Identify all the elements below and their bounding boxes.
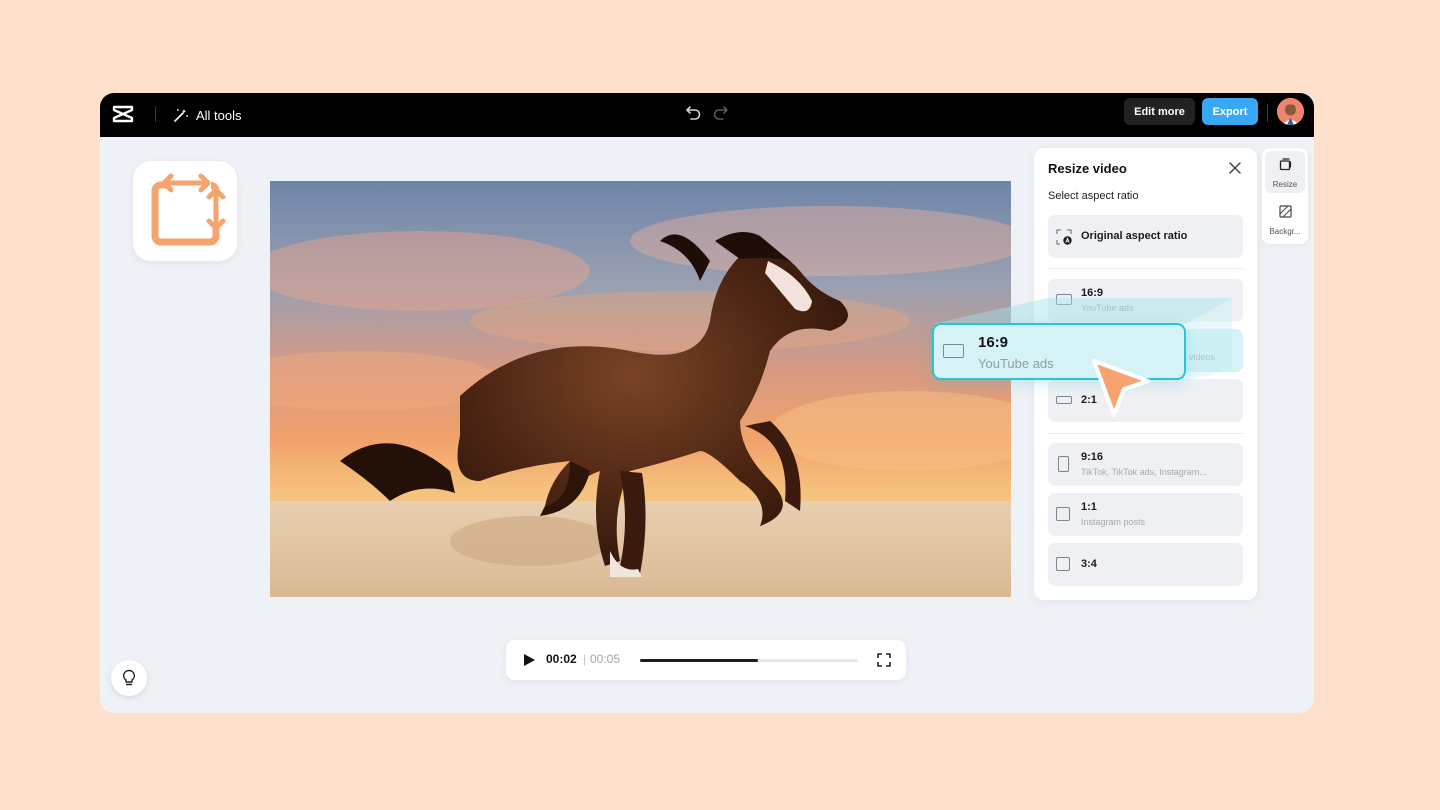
edit-more-button[interactable]: Edit more — [1124, 98, 1195, 125]
resize-tool-logo — [133, 161, 237, 261]
toolbar-divider — [155, 106, 156, 122]
original-aspect-ratio-label: Original aspect ratio — [1081, 230, 1188, 242]
capcut-logo-icon[interactable] — [112, 103, 134, 125]
all-tools-button[interactable]: All tools — [173, 104, 242, 126]
original-aspect-ratio-option[interactable]: Original aspect ratio — [1048, 215, 1243, 258]
panel-title: Resize video — [1048, 161, 1127, 176]
option-label: 3:4 — [1081, 558, 1097, 570]
tab-resize[interactable]: Resize — [1265, 151, 1305, 193]
cursor-pointer-icon — [1092, 359, 1150, 417]
ratio-2-1-icon — [1056, 396, 1072, 404]
divider — [1048, 268, 1243, 269]
video-preview[interactable] — [270, 181, 1011, 597]
option-label: 9:16 — [1081, 451, 1104, 463]
option-description: TikTok, TikTok ads, Instagram... — [1081, 467, 1207, 477]
lightbulb-icon — [123, 669, 135, 686]
aspect-option-1-1[interactable]: 1:1 Instagram posts — [1048, 493, 1243, 536]
callout-description: YouTube ads — [978, 356, 1054, 371]
option-label: 16:9 — [1081, 287, 1104, 299]
option-label: 1:1 — [1081, 501, 1097, 513]
play-icon[interactable] — [522, 653, 536, 667]
side-tab-bar: Resize Backgr... — [1262, 148, 1308, 244]
tab-label: Backgr... — [1269, 227, 1301, 236]
total-time: 00:05 — [590, 652, 621, 666]
top-bar: All tools Edit more Export — [100, 93, 1314, 137]
callout-label: 16:9 — [978, 334, 1009, 351]
resize-icon — [1279, 158, 1292, 171]
aspect-option-9-16[interactable]: 9:16 TikTok, TikTok ads, Instagram... — [1048, 443, 1243, 486]
original-ratio-icon — [1056, 229, 1072, 245]
ratio-1-1-icon — [1056, 507, 1070, 521]
playback-controls: 00:02 | 00:05 — [506, 640, 906, 680]
ratio-9-16-icon — [1058, 456, 1069, 472]
toolbar-divider — [1267, 104, 1268, 122]
ratio-16-9-icon — [1056, 294, 1072, 305]
background-icon — [1279, 205, 1292, 218]
panel-subtitle: Select aspect ratio — [1048, 190, 1139, 202]
divider — [1048, 433, 1243, 434]
option-description: Instagram posts — [1081, 517, 1146, 527]
ratio-16-9-icon — [943, 344, 964, 358]
progress-fill — [640, 659, 758, 662]
resize-arrows-icon — [151, 173, 226, 246]
user-avatar-icon — [1277, 98, 1304, 125]
tab-background[interactable]: Backgr... — [1265, 198, 1305, 240]
progress-bar[interactable] — [640, 659, 858, 662]
galloping-horse-image — [270, 181, 1011, 597]
fullscreen-icon[interactable] — [876, 652, 892, 668]
tips-button[interactable] — [111, 660, 147, 696]
undo-icon[interactable] — [684, 102, 704, 122]
magic-wand-icon — [174, 109, 188, 122]
tab-label: Resize — [1272, 180, 1298, 189]
close-icon[interactable] — [1228, 161, 1242, 175]
export-button[interactable]: Export — [1202, 98, 1258, 125]
time-separator: | — [583, 652, 587, 666]
option-description: videos — [1189, 352, 1216, 362]
avatar[interactable] — [1277, 98, 1304, 125]
all-tools-label: All tools — [196, 107, 242, 123]
current-time: 00:02 — [546, 652, 577, 666]
ratio-3-4-icon — [1056, 557, 1070, 571]
aspect-option-3-4[interactable]: 3:4 — [1048, 543, 1243, 586]
option-description: YouTube ads — [1081, 303, 1134, 313]
redo-icon[interactable] — [710, 102, 730, 122]
aspect-option-16-9[interactable]: 16:9 YouTube ads — [1048, 279, 1243, 322]
